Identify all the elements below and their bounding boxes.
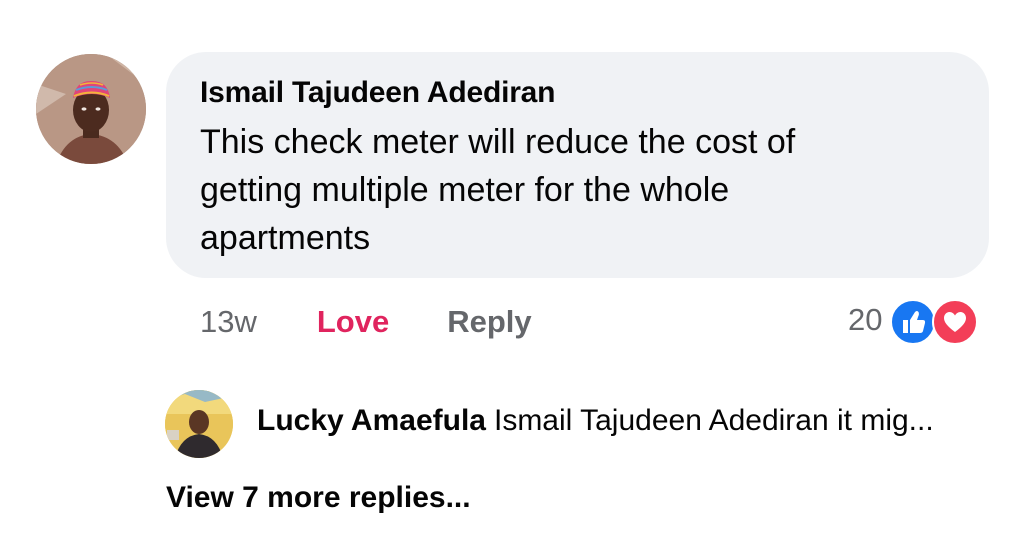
view-more-replies-link[interactable]: View 7 more replies... — [166, 481, 471, 515]
comment-timestamp[interactable]: 13w — [200, 304, 257, 340]
comment-bubble: Ismail Tajudeen Adediran This check mete… — [166, 52, 989, 278]
reply-preview[interactable]: Lucky Amaefula Ismail Tajudeen Adediran i… — [257, 404, 934, 438]
comment-thread: Ismail Tajudeen Adediran This check mete… — [0, 0, 1024, 555]
love-button[interactable]: Love — [317, 304, 389, 340]
avatar[interactable] — [36, 54, 146, 164]
reply-button[interactable]: Reply — [447, 304, 531, 340]
like-icon — [890, 299, 937, 345]
reply-avatar[interactable] — [165, 390, 233, 458]
comment-actions: 13w Love Reply — [200, 302, 532, 342]
reaction-icons — [890, 297, 980, 345]
reply-author[interactable]: Lucky Amaefula — [257, 404, 486, 437]
comment-author[interactable]: Ismail Tajudeen Adediran — [200, 74, 957, 112]
reaction-count: 20 — [848, 302, 883, 337]
love-icon — [932, 299, 979, 345]
avatar-photo — [36, 54, 146, 164]
reply-snippet: Ismail Tajudeen Adediran it mig... — [493, 404, 934, 437]
reactions-summary[interactable]: 20 — [848, 297, 980, 345]
comment-text: This check meter will reduce the cost of… — [200, 123, 796, 257]
reply-avatar-photo — [165, 390, 233, 458]
